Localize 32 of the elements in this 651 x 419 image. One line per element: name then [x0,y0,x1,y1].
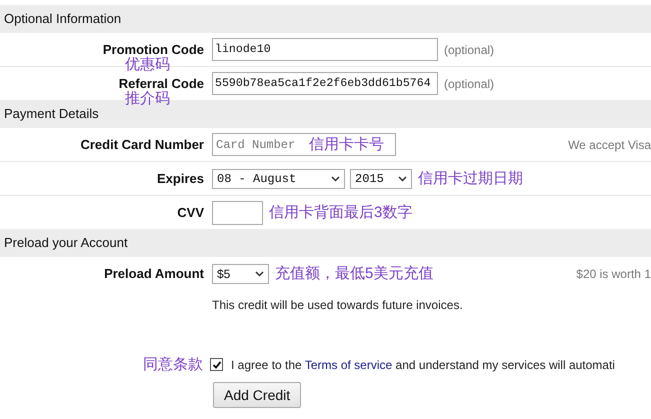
description-text: This credit will be used towards future invoices. [211,298,464,312]
section-header: Optional Information [0,5,651,33]
annotation: 信用卡卡号 [309,135,384,154]
annotation: 信用卡过期日期 [418,169,523,188]
dropdown[interactable]: 2015 [350,168,412,188]
annotation: 优惠码 [125,55,170,74]
terms-link[interactable]: Terms of service [304,358,392,372]
dropdown[interactable]: $5 [212,264,269,284]
field-label: CVV [177,205,204,220]
input-field[interactable]: linode10 [212,38,438,61]
chevron-down-icon [398,176,407,182]
field-label: Preload Amount [104,266,204,281]
chevron-down-icon [331,176,340,182]
annotation: 同意条款 [143,355,203,374]
add-credit-button[interactable]: Add Credit [213,382,302,408]
optional-note: (optional) [444,42,494,56]
field-label: Expires [157,171,204,186]
side-note: $20 is worth 1 [576,266,651,280]
dropdown[interactable]: 08 - August [212,168,345,188]
side-note: We accept Visa [568,138,651,152]
field-label: Credit Card Number [80,137,204,152]
checkbox[interactable] [210,358,223,371]
annotation: 充值额，最低5美元充值 [275,264,434,283]
chevron-down-icon [255,270,264,276]
field-label: Promotion Code [102,42,204,57]
agreement-text: I agree to the Terms of service and understand my services will automati [231,358,615,372]
input-field[interactable] [212,200,263,224]
optional-note: (optional) [444,76,494,90]
annotation: 信用卡背面最后3数字 [269,203,412,222]
field-label: Referral Code [118,76,204,91]
section-header: Preload your Account [0,229,651,257]
input-field[interactable]: 5590b78ea5ca1f2e2f6eb3dd61b5764 [212,72,438,95]
